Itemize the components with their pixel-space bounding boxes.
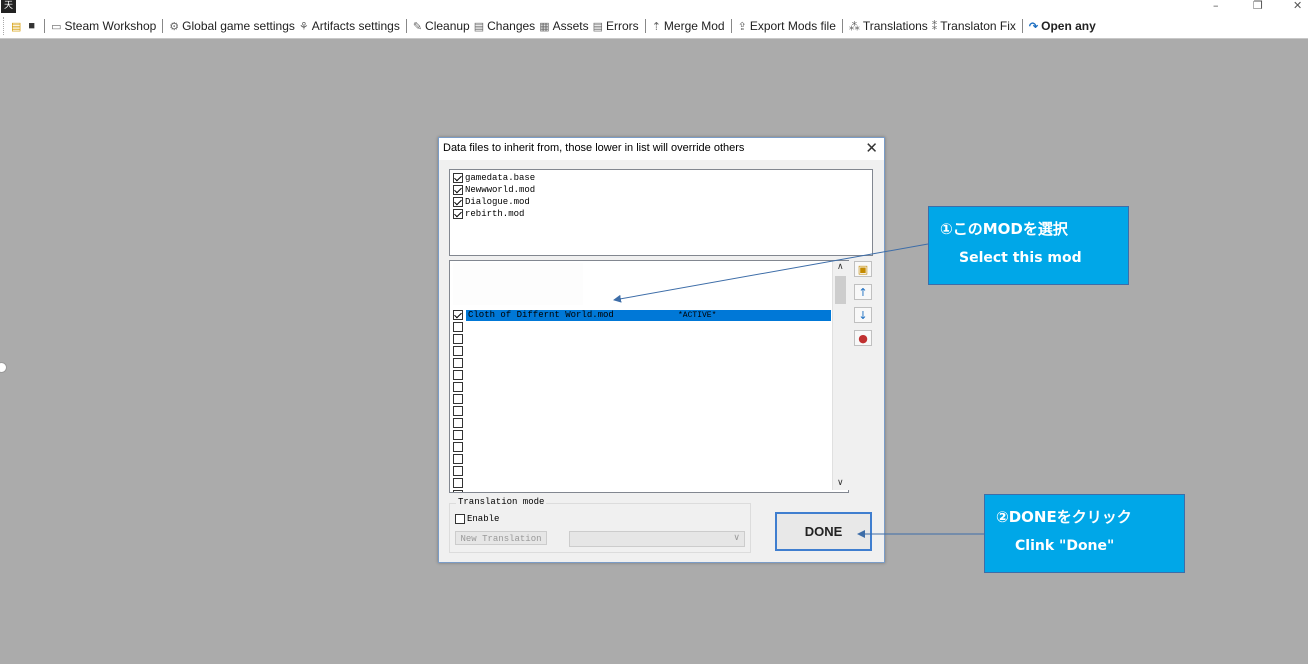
broom-icon: ✎ bbox=[412, 20, 423, 33]
assets-button[interactable]: ▦ Assets bbox=[537, 15, 590, 37]
translation-fix-button[interactable]: ⁑ Translaton Fix bbox=[930, 15, 1018, 37]
checkbox[interactable] bbox=[453, 478, 463, 488]
list-item[interactable]: rebirth.mod bbox=[453, 208, 524, 220]
title-bar: 天 – ❐ ✕ bbox=[0, 0, 1308, 14]
mod-list: Cloth of Differnt World.mod *ACTIVE* bbox=[449, 260, 849, 493]
new-translation-button[interactable]: New Translation bbox=[455, 531, 547, 545]
changes-icon: ▤ bbox=[473, 20, 485, 33]
move-up-button[interactable]: ↑ bbox=[854, 284, 872, 300]
mod-list-scrollbar[interactable]: ∧ ∨ bbox=[832, 261, 849, 490]
monitor-icon: ▭ bbox=[51, 20, 62, 33]
scroll-up-icon[interactable]: ∧ bbox=[837, 262, 844, 272]
checkbox[interactable] bbox=[455, 514, 465, 524]
checkbox[interactable] bbox=[453, 346, 463, 356]
resize-handle[interactable] bbox=[0, 362, 7, 373]
checkbox[interactable] bbox=[453, 334, 463, 344]
app-icon: 天 bbox=[1, 0, 16, 13]
translate-icon: ⁂ bbox=[848, 20, 860, 33]
changes-button[interactable]: ▤ Changes bbox=[472, 15, 537, 37]
add-mod-button[interactable]: ▣ bbox=[854, 261, 872, 277]
translations-button[interactable]: ⁂ Translations bbox=[847, 15, 930, 37]
toolbar-grip bbox=[3, 17, 7, 35]
checkbox[interactable] bbox=[453, 197, 463, 207]
callout-select-mod: ①このMODを選択 Select this mod bbox=[928, 206, 1129, 285]
dialog-title: Data files to inherit from, those lower … bbox=[443, 142, 745, 154]
inherit-dialog: Data files to inherit from, those lower … bbox=[438, 137, 885, 563]
checkbox[interactable] bbox=[453, 418, 463, 428]
list-item[interactable]: gamedata.base bbox=[453, 172, 535, 184]
restore-button[interactable]: ❐ bbox=[1253, 0, 1263, 12]
checkbox[interactable] bbox=[453, 173, 463, 183]
artifacts-settings-button[interactable]: ⚘ Artifacts settings bbox=[297, 15, 402, 37]
base-files-list: gamedata.base Newwworld.mod Dialogue.mod… bbox=[449, 169, 873, 256]
toolbar: ▤ ■ ▭ Steam Workshop ⚙ Global game setting… bbox=[0, 14, 1308, 39]
open-any-button[interactable]: ↷ Open any bbox=[1027, 15, 1098, 37]
callout-click-done: ②DONEをクリック Clink "Done" bbox=[984, 494, 1185, 573]
dialog-title-bar: Data files to inherit from, those lower … bbox=[439, 138, 884, 160]
checkbox[interactable] bbox=[453, 322, 463, 332]
checkbox[interactable] bbox=[453, 442, 463, 452]
checkbox[interactable] bbox=[453, 454, 463, 464]
minimize-button[interactable]: – bbox=[1213, 0, 1219, 12]
export-icon: ⇪ bbox=[737, 20, 747, 33]
list-item[interactable]: Newwworld.mod bbox=[453, 184, 535, 196]
checkbox[interactable] bbox=[453, 430, 463, 440]
assets-icon: ▦ bbox=[539, 20, 550, 33]
translation-select[interactable]: ∨ bbox=[569, 531, 745, 547]
done-button[interactable]: DONE bbox=[775, 512, 872, 551]
gear-icon: ⚙ bbox=[169, 20, 180, 33]
export-mods-file-button[interactable]: ⇪ Export Mods file bbox=[736, 15, 838, 37]
merge-icon: ⇡ bbox=[651, 20, 661, 33]
checkbox[interactable] bbox=[453, 382, 463, 392]
merge-mod-button[interactable]: ⇡ Merge Mod bbox=[650, 15, 727, 37]
checkbox[interactable] bbox=[453, 466, 463, 476]
checkbox[interactable] bbox=[453, 394, 463, 404]
translate-fix-icon: ⁑ bbox=[931, 20, 938, 33]
global-game-settings-button[interactable]: ⚙ Global game settings bbox=[167, 15, 297, 37]
errors-icon: ▤ bbox=[592, 20, 604, 33]
save-button[interactable]: ■ bbox=[26, 15, 40, 37]
translation-group: Translation mode Enable New Translation … bbox=[449, 497, 751, 553]
checkbox[interactable] bbox=[453, 310, 463, 320]
move-down-button[interactable]: ↓ bbox=[854, 307, 872, 323]
checkbox[interactable] bbox=[453, 185, 463, 195]
artifact-icon: ⚘ bbox=[298, 20, 309, 33]
open-folder-button[interactable]: ▤ bbox=[9, 15, 26, 37]
checkbox[interactable] bbox=[453, 490, 463, 492]
scroll-down-icon[interactable]: ∨ bbox=[837, 478, 844, 488]
translation-mode-label: Translation mode bbox=[456, 497, 547, 507]
errors-button[interactable]: ▤ Errors bbox=[591, 15, 641, 37]
scroll-thumb[interactable] bbox=[835, 276, 846, 304]
active-tag: *ACTIVE* bbox=[678, 311, 717, 320]
steam-workshop-button[interactable]: ▭ Steam Workshop bbox=[49, 15, 158, 37]
chevron-down-icon: ∨ bbox=[733, 533, 740, 543]
checkbox[interactable] bbox=[453, 406, 463, 416]
checkbox[interactable] bbox=[453, 209, 463, 219]
redacted-area bbox=[453, 263, 583, 305]
checkbox[interactable] bbox=[453, 358, 463, 368]
enable-translation[interactable]: Enable bbox=[455, 514, 499, 524]
close-icon[interactable]: ✕ bbox=[865, 139, 878, 157]
selected-mod-name: Cloth of Differnt World.mod bbox=[468, 310, 614, 320]
list-item[interactable]: Dialogue.mod bbox=[453, 196, 530, 208]
remove-mod-button[interactable]: ● bbox=[854, 330, 872, 346]
checkbox[interactable] bbox=[453, 370, 463, 380]
cleanup-button[interactable]: ✎ Cleanup bbox=[411, 15, 472, 37]
open-icon: ↷ bbox=[1028, 20, 1039, 33]
close-window-button[interactable]: ✕ bbox=[1293, 0, 1302, 12]
